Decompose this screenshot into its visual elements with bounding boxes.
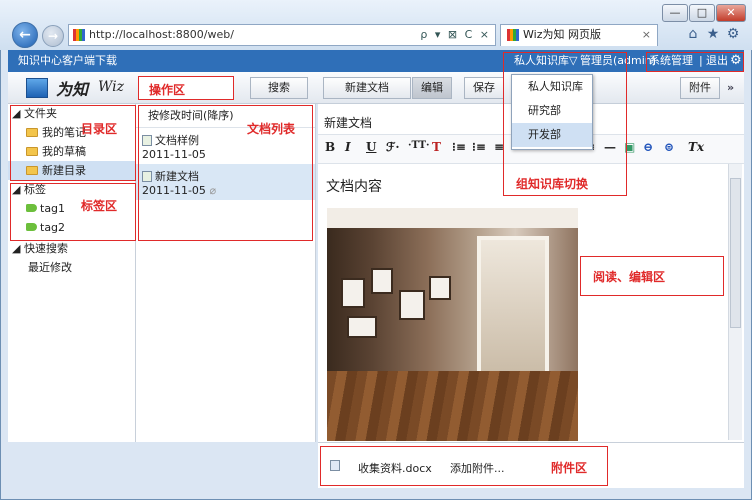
- quick-search-item[interactable]: 最近修改: [8, 258, 135, 277]
- logo-cn-text: 为知: [56, 80, 89, 99]
- save-button[interactable]: 保存: [464, 77, 504, 99]
- font-family-button[interactable]: ℱ·: [386, 140, 400, 154]
- content-photo: [327, 208, 578, 441]
- back-icon[interactable]: ←: [12, 22, 38, 48]
- op-area-label: 操作区: [149, 83, 186, 97]
- search-button[interactable]: 搜索: [250, 77, 308, 99]
- picture-frame: [341, 278, 365, 308]
- scrollbar-thumb[interactable]: [730, 178, 741, 328]
- tab-favicon-icon: [507, 29, 519, 41]
- unordered-list-button[interactable]: ⁝≡: [472, 140, 486, 154]
- tag-area-annotation-box: 标签区: [10, 183, 136, 241]
- attach-area-label: 附件区: [551, 461, 588, 475]
- picture-frame: [429, 276, 451, 300]
- ordered-list-button[interactable]: ⁝≡: [452, 140, 466, 154]
- picture-frame: [399, 290, 425, 320]
- wiz-logo-icon: [26, 78, 48, 98]
- more-chevron-icon[interactable]: »: [727, 81, 734, 94]
- address-bar[interactable]: http://localhost:8800/web/ ρ ▾ ⊠ C ×: [68, 24, 496, 46]
- text-color-button[interactable]: T: [432, 140, 441, 154]
- settings-gear-icon[interactable]: ⚙: [724, 25, 742, 43]
- search-input[interactable]: 操作区: [138, 76, 234, 100]
- attach-area-annotation-box: 附件区: [320, 446, 608, 486]
- minimize-button[interactable]: —: [662, 4, 688, 22]
- client-download-link[interactable]: 知识中心客户端下载: [18, 50, 117, 72]
- kb-switch-label: 组知识库切换: [516, 177, 589, 191]
- kb-switch-annotation-box: 组知识库切换: [503, 52, 627, 196]
- favorites-star-icon[interactable]: ★: [704, 25, 722, 43]
- remove-link-button[interactable]: ⊜: [664, 140, 674, 154]
- reading-area-annotation-box: 阅读、编辑区: [580, 256, 724, 296]
- app-header-bar: 知识中心客户端下载 私人知识库▽ 管理员(admin) 系统管理 | 退出 ⚙: [8, 50, 744, 72]
- picture-frame: [371, 268, 393, 294]
- doclist-area-label: 文档列表: [247, 122, 296, 136]
- address-tools[interactable]: ρ ▾ ⊠ C ×: [420, 25, 491, 45]
- italic-button[interactable]: I: [345, 140, 351, 154]
- close-window-button[interactable]: ✕: [716, 4, 746, 22]
- attachment-button[interactable]: 附件: [680, 77, 720, 99]
- logo-en-text: Wiz: [98, 79, 124, 95]
- maximize-button[interactable]: □: [689, 4, 715, 22]
- tree-area-annotation-box: 目录区: [10, 105, 136, 181]
- address-url: http://localhost:8800/web/: [89, 28, 234, 41]
- insert-link-button[interactable]: ⊖: [643, 140, 653, 154]
- reading-area-label: 阅读、编辑区: [593, 270, 666, 284]
- new-doc-button[interactable]: 新建文档: [323, 77, 411, 99]
- bold-button[interactable]: B: [325, 140, 335, 154]
- picture-frame: [347, 316, 377, 338]
- browser-tab[interactable]: Wiz为知 网页版 ×: [500, 24, 658, 46]
- tag-area-label: 标签区: [81, 199, 118, 213]
- tab-title: Wiz为知 网页版: [523, 28, 601, 41]
- tab-close-icon[interactable]: ×: [642, 25, 651, 45]
- tree-area-label: 目录区: [81, 122, 118, 136]
- doc-title-field[interactable]: 新建文档: [324, 114, 372, 131]
- admin-annotation-box: [646, 52, 744, 72]
- underline-button[interactable]: U: [366, 140, 376, 154]
- forward-icon[interactable]: →: [42, 25, 64, 47]
- home-icon[interactable]: ⌂: [684, 25, 702, 43]
- doclist-annotation-box: 文档列表: [138, 105, 313, 241]
- site-favicon-icon: [73, 29, 85, 41]
- font-size-button[interactable]: ·TT·: [408, 140, 430, 151]
- clear-format-button[interactable]: Tx: [688, 140, 704, 154]
- quick-search-header[interactable]: ◢ 快速搜索: [8, 239, 135, 258]
- doorway: [477, 236, 549, 386]
- edit-button[interactable]: 编辑: [412, 77, 452, 99]
- content-heading[interactable]: 文档内容: [326, 176, 382, 196]
- editor-scrollbar[interactable]: [728, 164, 742, 440]
